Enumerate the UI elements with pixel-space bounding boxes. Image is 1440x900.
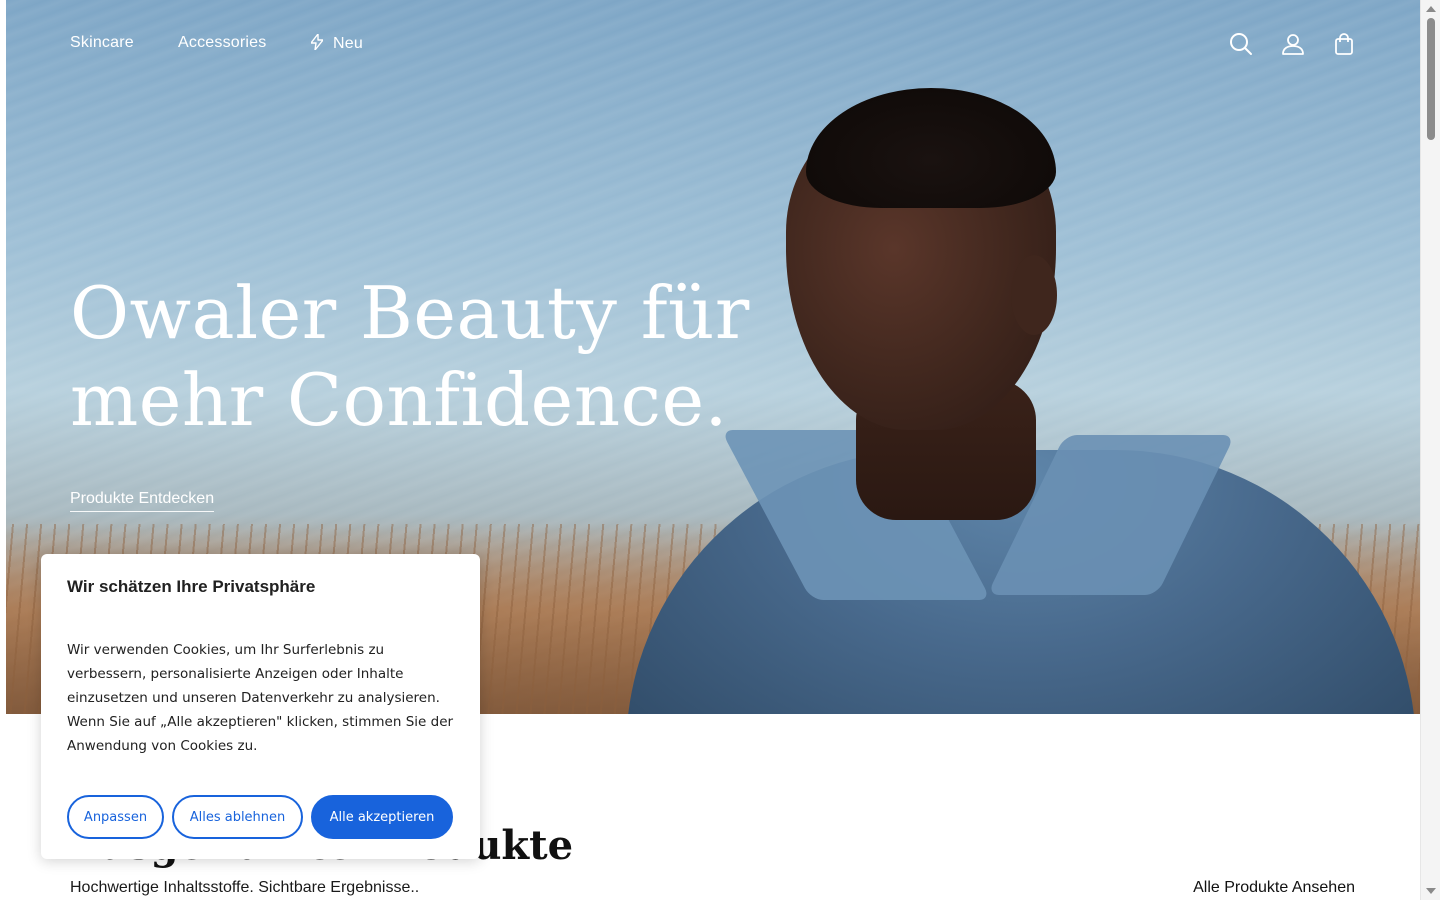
hero-cta-link[interactable]: Produkte Entdecken bbox=[70, 490, 215, 512]
model-hair bbox=[806, 88, 1056, 208]
scroll-down-arrow-icon[interactable] bbox=[1426, 888, 1436, 894]
shopping-bag-icon[interactable] bbox=[1332, 32, 1356, 56]
all-products-link[interactable]: Alle Produkte Ansehen bbox=[1193, 879, 1355, 897]
scrollbar-thumb[interactable] bbox=[1427, 18, 1435, 140]
cookie-consent-dialog: Wir schätzen Ihre Privatsphäre Wir verwe… bbox=[41, 554, 480, 859]
bolt-icon bbox=[310, 33, 324, 54]
nav-link-neu[interactable]: Neu bbox=[310, 33, 363, 54]
account-icon[interactable] bbox=[1281, 32, 1305, 56]
section-subtitle: Hochwertige Inhaltsstoffe. Sichtbare Erg… bbox=[70, 879, 420, 896]
nav-link-accessories[interactable]: Accessories bbox=[178, 34, 266, 52]
hero-title: Owaler Beauty für mehr Confidence. bbox=[70, 270, 830, 444]
page: Skincare Accessories Neu Owaler Beauty f… bbox=[0, 0, 1440, 900]
cookie-reject-all-button[interactable]: Alles ablehnen bbox=[172, 795, 303, 839]
scroll-up-arrow-icon[interactable] bbox=[1426, 6, 1436, 12]
nav-link-neu-label: Neu bbox=[333, 35, 363, 52]
main-navigation: Skincare Accessories Neu bbox=[0, 0, 1420, 88]
cookie-text: Wir verwenden Cookies, um Ihr Surferlebn… bbox=[67, 642, 454, 754]
cookie-customize-button[interactable]: Anpassen bbox=[67, 795, 164, 839]
hero-title-line2: mehr Confidence. bbox=[70, 358, 728, 442]
vertical-scrollbar[interactable] bbox=[1420, 0, 1440, 900]
cookie-title: Wir schätzen Ihre Privatsphäre bbox=[67, 577, 316, 596]
cookie-accept-all-button[interactable]: Alle akzeptieren bbox=[311, 795, 453, 839]
search-icon[interactable] bbox=[1229, 32, 1253, 56]
hero-title-line1: Owaler Beauty für bbox=[70, 271, 750, 355]
model-ear bbox=[1011, 255, 1057, 335]
nav-link-skincare[interactable]: Skincare bbox=[70, 34, 134, 52]
